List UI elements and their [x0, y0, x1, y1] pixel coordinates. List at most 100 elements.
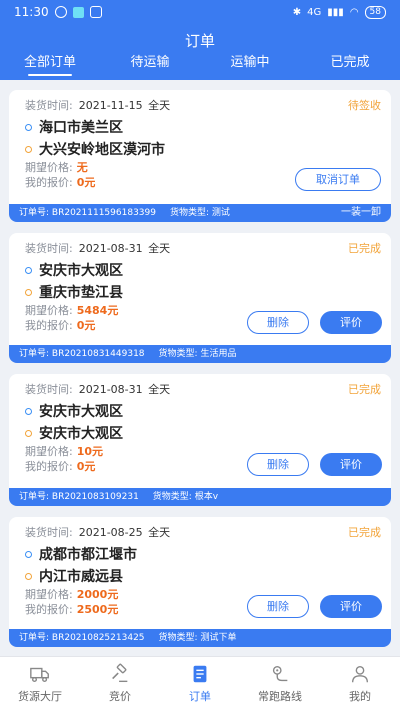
destination-dot-icon	[25, 145, 32, 153]
status-badge: 已完成	[348, 526, 381, 539]
order-card[interactable]: 装货时间: 2021-08-31 全天 已完成 安庆市大观区 重庆市垫江县 期望价…	[9, 233, 391, 363]
expected-price: 5484元	[76, 304, 119, 317]
order-tabs: 全部订单 待运输 运输中 已完成	[0, 54, 400, 78]
load-time-label: 装货时间:	[25, 383, 73, 396]
order-no-label: 订单号:	[19, 492, 50, 502]
nav-label: 订单	[189, 690, 211, 703]
order-no-label: 订单号:	[19, 633, 50, 643]
expected-price-label: 期望价格:	[25, 588, 73, 601]
load-period: 全天	[148, 383, 171, 396]
order-no: BR20210825213425	[51, 633, 145, 643]
origin-dot-icon	[25, 123, 32, 131]
tab-completed[interactable]: 已完成	[300, 54, 400, 78]
origin-text: 成都市都江堰市	[39, 547, 137, 563]
origin-text: 海口市美兰区	[39, 120, 123, 136]
origin-text: 安庆市大观区	[39, 404, 123, 420]
order-card[interactable]: 装货时间: 2021-08-31 全天 已完成 安庆市大观区 安庆市大观区 期望价…	[9, 374, 391, 506]
network-label: 4G	[307, 6, 322, 18]
origin-address: 安庆市大观区	[25, 400, 381, 422]
loading-mode: 一装一卸	[341, 207, 381, 218]
delete-button[interactable]: 删除	[247, 595, 309, 618]
load-period: 全天	[148, 99, 171, 112]
review-button[interactable]: 评价	[320, 311, 382, 334]
goods-type: 测试下单	[200, 633, 237, 643]
load-time-label: 装货时间:	[25, 99, 73, 112]
delete-button[interactable]: 删除	[247, 453, 309, 476]
destination-dot-icon	[25, 288, 32, 296]
person-icon	[351, 665, 369, 683]
goods-type-label: 货物类型:	[152, 492, 192, 502]
wifi-icon: ◠	[349, 6, 359, 18]
order-no: BR202108310923​1	[51, 492, 139, 502]
load-date: 2021-08-31	[78, 242, 143, 255]
app-header: 订单 全部订单 待运输 运输中 已完成	[0, 24, 400, 80]
review-button[interactable]: 评价	[320, 453, 382, 476]
nav-profile[interactable]: 我的	[320, 657, 400, 711]
nav-bidding[interactable]: 竞价	[80, 657, 160, 711]
expected-price: 无	[76, 161, 88, 174]
nav-label: 货源大厅	[18, 690, 62, 703]
goods-type-label: 货物类型:	[158, 633, 198, 643]
expected-price-label: 期望价格:	[25, 445, 73, 458]
load-time-label: 装货时间:	[25, 242, 73, 255]
destination-text: 大兴安岭地区漠河市	[39, 142, 165, 158]
order-no: BR2021111596183399	[51, 208, 156, 218]
status-bar: 11:30 ✱ 4G ▮▮▮ ◠ 58	[0, 0, 400, 24]
my-quote: 0元	[76, 460, 96, 473]
my-quote-label: 我的报价:	[25, 460, 73, 473]
goods-type-label: 货物类型:	[158, 349, 198, 359]
signal-icon: ▮▮▮	[327, 6, 344, 18]
nav-cargo-hall[interactable]: 货源大厅	[0, 657, 80, 711]
origin-address: 成都市都江堰市	[25, 543, 381, 565]
my-quote: 0元	[76, 319, 96, 332]
load-date: 2021-08-31	[78, 383, 143, 396]
delete-button[interactable]: 删除	[247, 311, 309, 334]
expected-price: 2000元	[76, 588, 119, 601]
notification-icon	[72, 6, 84, 18]
status-badge: 待签收	[348, 99, 381, 112]
review-button[interactable]: 评价	[320, 595, 382, 618]
battery-indicator: 58	[364, 5, 386, 19]
goods-type: 根本v	[194, 492, 219, 502]
order-info-bar: 订单号: BR2021111596183399 货物类型: 测试 一装一卸	[9, 204, 391, 222]
order-info-bar: 订单号: BR202108310923​1 货物类型: 根本v	[9, 488, 391, 506]
nav-frequent-routes[interactable]: 常跑路线	[240, 657, 320, 711]
goods-type-label: 货物类型:	[169, 208, 210, 218]
order-info-bar: 订单号: BR2021083144931​8 货物类型: 生活用品	[9, 345, 391, 363]
goods-type: 测试	[211, 208, 230, 218]
order-info-bar: 订单号: BR20210825213425 货物类型: 测试下单	[9, 629, 391, 647]
order-no-label: 订单号:	[19, 208, 50, 218]
expected-price-label: 期望价格:	[25, 161, 73, 174]
my-quote-label: 我的报价:	[25, 603, 73, 616]
order-card[interactable]: 装货时间: 2021-08-25 全天 已完成 成都市都江堰市 内江市威远县 期望…	[9, 517, 391, 647]
bluetooth-icon: ✱	[292, 6, 302, 18]
destination-address: 安庆市大观区	[25, 422, 381, 444]
load-period: 全天	[148, 242, 171, 255]
destination-text: 重庆市垫江县	[39, 285, 123, 301]
route-icon	[272, 665, 288, 682]
order-no-label: 订单号:	[19, 349, 50, 359]
origin-address: 安庆市大观区	[25, 259, 381, 281]
nav-label: 竞价	[109, 690, 131, 703]
status-badge: 已完成	[348, 383, 381, 396]
cancel-order-button[interactable]: 取消订单	[295, 168, 381, 191]
destination-address: 内江市威远县	[25, 565, 381, 587]
destination-text: 内江市威远县	[39, 569, 123, 585]
document-icon	[193, 665, 207, 683]
load-date: 2021-11-15	[78, 99, 143, 112]
bottom-nav: 货源大厅 竞价 订单 常跑路线 我的	[0, 656, 400, 711]
my-quote-label: 我的报价:	[25, 176, 73, 189]
load-date: 2021-08-25	[78, 526, 143, 539]
origin-dot-icon	[25, 266, 32, 274]
headset-icon	[89, 6, 102, 18]
page-title: 订单	[184, 32, 215, 50]
tab-pending-transport[interactable]: 待运输	[100, 54, 200, 78]
tab-in-transit[interactable]: 运输中	[200, 54, 300, 78]
order-card[interactable]: 装货时间: 2021-11-15 全天 待签收 海口市美兰区 大兴安岭地区漠河市 …	[9, 90, 391, 222]
status-badge: 已完成	[348, 242, 381, 255]
alarm-icon	[54, 6, 67, 18]
nav-orders[interactable]: 订单	[160, 657, 240, 711]
tab-all-orders[interactable]: 全部订单	[0, 54, 100, 78]
my-quote: 0元	[76, 176, 96, 189]
origin-dot-icon	[25, 407, 32, 415]
